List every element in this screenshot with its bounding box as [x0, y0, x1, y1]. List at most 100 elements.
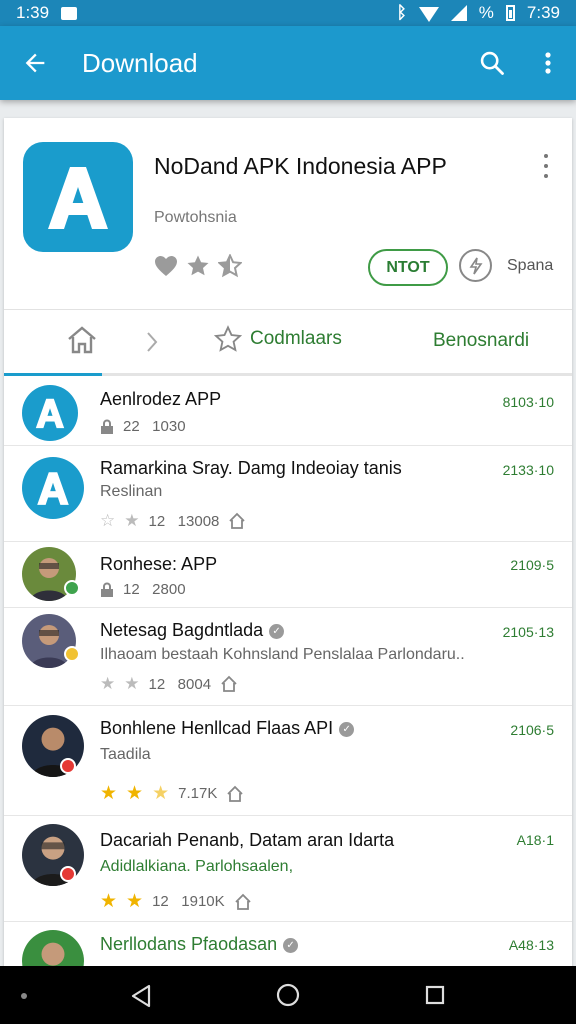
bolt-icon [469, 257, 483, 274]
list-item[interactable]: Bonhlene Henllcad Flaas API ✓ Taadila ★ ★… [4, 706, 572, 816]
verified-icon: ✓ [269, 623, 285, 639]
item-title: Nerllodans Pfaodasan ✓ [100, 934, 299, 955]
item-meta: ★ ★ 12 1910K [100, 890, 252, 913]
item-value: 2106·5 [510, 722, 554, 738]
app-rating [154, 254, 242, 278]
app-more-button[interactable] [540, 154, 552, 178]
nav-dot-icon [21, 993, 27, 999]
item-meta: 22 1030 [100, 418, 186, 435]
app-logo [23, 142, 133, 252]
verified-icon: ✓ [283, 937, 299, 953]
tab-home[interactable] [66, 325, 98, 360]
item-title: Dacariah Penanb, Datam aran Idarta [100, 830, 395, 850]
list-item[interactable]: Ronhese: APP 12 2800 2109·5 [4, 542, 572, 608]
page-title: Download [82, 47, 198, 78]
app-publisher: Powtohsnia [154, 209, 237, 226]
item-meta-text: 12 2800 [123, 581, 186, 598]
wifi-icon [418, 6, 439, 22]
gallery-notification-icon [61, 6, 78, 20]
star-half-icon: ★ [152, 783, 170, 804]
avatar [22, 385, 78, 441]
star-half-icon [218, 254, 242, 278]
heart-icon [155, 256, 177, 276]
item-value: A18·1 [516, 832, 554, 848]
search-button[interactable] [464, 26, 520, 100]
item-subtitle: Adidlalkiana. Parlohsaalen, [100, 858, 294, 875]
list-item[interactable]: Nerllodans Pfaodasan ✓ A48·13 [4, 922, 572, 970]
lock-icon [101, 419, 113, 434]
item-meta-text: 22 1030 [123, 418, 186, 435]
verified-icon: ✓ [339, 721, 355, 737]
item-meta: ★ ★ ★ 7.17K [100, 782, 244, 805]
person-icon [41, 942, 65, 966]
more-vert-icon [545, 52, 551, 74]
tab-recommended[interactable]: Benosnardi [433, 330, 529, 352]
app-title: NoDand APK Indonesia APP [154, 153, 447, 179]
overflow-menu-button[interactable] [520, 26, 576, 100]
item-value: A48·13 [508, 937, 554, 953]
star-filled-icon: ★ [126, 783, 144, 804]
avatar [22, 457, 84, 519]
arrow-back-icon [25, 53, 45, 73]
item-meta: ☆ ★ 12 13008 [100, 511, 246, 531]
star-outline-icon: ★ [100, 674, 116, 693]
tab-bar: Codmlaars Benosnardi [4, 310, 572, 376]
letter-a-logo-icon [48, 167, 108, 229]
battery-percent: % [478, 3, 494, 22]
avatar [22, 930, 84, 970]
item-meta-text: 12 1910K [152, 893, 225, 910]
item-title-text: Netesag Bagdntlada [100, 620, 264, 640]
app-list: Aenlrodez APP 22 1030 8103·10 Ramarkina … [4, 376, 572, 970]
status-badge [64, 646, 80, 662]
item-title-text: Bonhlene Henllcad Flaas API [100, 718, 334, 738]
nav-home-button[interactable] [276, 983, 300, 1012]
nav-recents-button[interactable] [425, 985, 445, 1010]
item-meta: ★ ★ 12 8004 [100, 674, 238, 694]
item-value: 2133·10 [502, 462, 554, 478]
star-icon [187, 255, 209, 276]
list-item[interactable]: Netesag Bagdntlada ✓ Ilhaoam bestaah Kohn… [4, 608, 572, 706]
item-title: Aenlrodez APP [100, 389, 222, 409]
lock-icon [101, 582, 113, 597]
status-badge [60, 758, 76, 774]
star-outline-icon: ☆ [100, 511, 116, 530]
item-subtitle: Reslinan [100, 483, 163, 500]
app-bar: Download [0, 26, 576, 100]
status-badge [60, 866, 76, 882]
item-meta-text: 7.17K [178, 785, 218, 802]
back-button[interactable] [0, 26, 70, 100]
preview-button[interactable] [459, 249, 492, 282]
tab-favorites[interactable]: Codmlaars [214, 325, 342, 353]
star-outline-icon: ★ [124, 674, 140, 693]
content-card: NoDand APK Indonesia APP Powtohsnia NTOT… [4, 118, 572, 970]
item-title-text: Nerllodans Pfaodasan [100, 934, 278, 954]
star-outline-icon: ★ [124, 511, 140, 530]
item-meta-text: 12 8004 [148, 675, 212, 693]
bluetooth-icon: ᛒ [396, 3, 407, 22]
status-time-right: 7:39 [526, 3, 560, 22]
home-icon [68, 326, 96, 354]
install-button[interactable]: NTOT [368, 249, 448, 286]
home-outline-icon [229, 512, 246, 529]
item-title: Netesag Bagdntlada ✓ [100, 620, 285, 641]
home-outline-icon [235, 893, 251, 910]
chevron-right-icon [147, 332, 158, 352]
list-item[interactable]: Ramarkina Sray. Damg Indeoiay tanis Resl… [4, 446, 572, 542]
nav-back-button[interactable] [130, 984, 152, 1013]
list-item[interactable]: Aenlrodez APP 22 1030 8103·10 [4, 376, 572, 446]
status-bar: 1:39 ᛒ % 7:39 [0, 0, 576, 26]
star-filled-icon: ★ [100, 891, 118, 912]
item-value: 2105·13 [502, 624, 554, 640]
letter-a-logo-icon [37, 472, 69, 505]
item-value: 8103·10 [502, 394, 554, 410]
status-badge [64, 580, 80, 596]
system-nav-bar [0, 966, 576, 1024]
search-icon [480, 51, 504, 75]
share-label[interactable]: Spana [507, 257, 553, 275]
item-meta-text: 12 13008 [148, 512, 220, 530]
letter-a-logo-icon [35, 398, 65, 429]
star-filled-icon: ★ [100, 783, 118, 804]
square-recents-icon [425, 985, 445, 1005]
battery-icon [505, 5, 515, 21]
list-item[interactable]: Dacariah Penanb, Datam aran Idarta Adidl… [4, 816, 572, 922]
